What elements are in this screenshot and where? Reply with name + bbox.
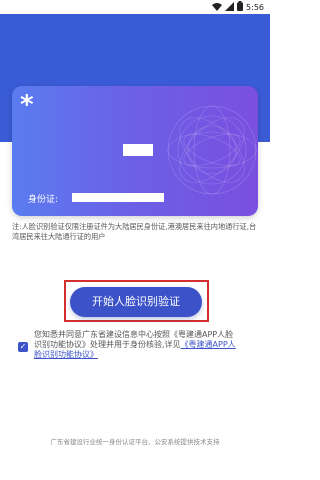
- guilloche-pattern-icon: [167, 105, 257, 195]
- battery-icon: [237, 1, 244, 13]
- agreement-text: 您知悉并同意广东省建设信息中心按照《粤建通APP人脸识别功能协议》处理并用于身份…: [34, 330, 239, 360]
- status-icons: 5:56: [212, 1, 264, 13]
- agreement-checkbox[interactable]: ✓: [18, 342, 28, 352]
- eligibility-notice: 注:人脸识别验证仅限注册证件为大陆居民身份证,港澳居民来往内地通行证,台湾居民来…: [12, 222, 257, 241]
- start-face-verification-button[interactable]: 开始人脸识别验证: [70, 287, 202, 317]
- clock: 5:56: [246, 2, 264, 12]
- status-bar: 5:56: [0, 0, 270, 14]
- id-card-illustration: * 身份证:: [12, 86, 258, 216]
- masked-id-number: [72, 193, 164, 202]
- masked-name: [123, 144, 153, 156]
- id-number-label: 身份证:: [28, 195, 59, 205]
- footer-credit: 广东省建设行业统一身份认证平台、公安系统提供技术支持: [50, 438, 220, 446]
- wifi-icon: [212, 2, 223, 13]
- asterisk-icon: *: [20, 90, 34, 120]
- signal-icon: [225, 1, 235, 13]
